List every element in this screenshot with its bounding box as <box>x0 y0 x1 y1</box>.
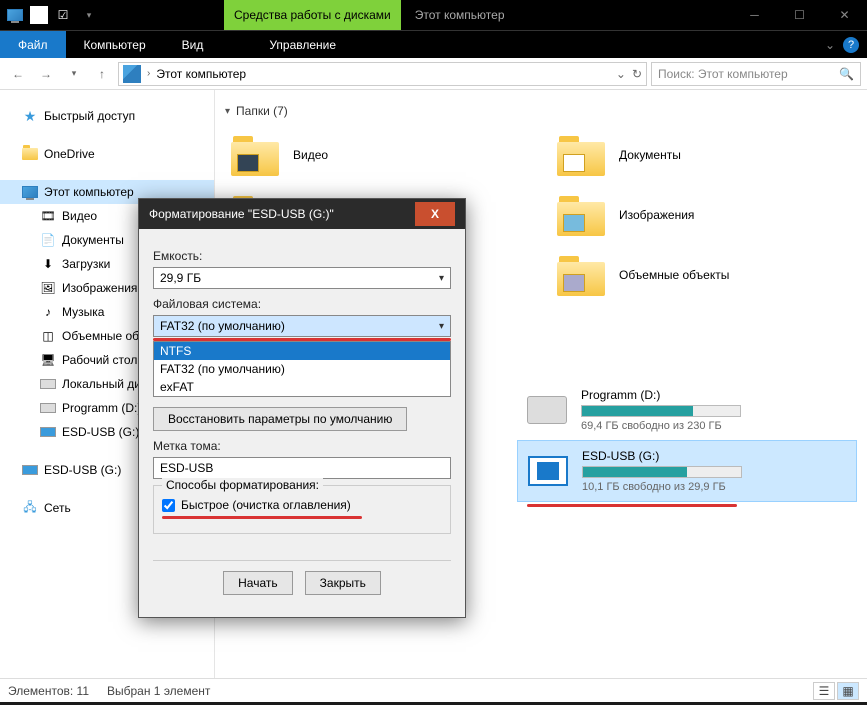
ribbon-view[interactable]: Вид <box>164 31 222 58</box>
chevron-down-icon: ▾ <box>439 321 444 332</box>
folder-tile-documents[interactable]: Документы <box>551 128 857 182</box>
capacity-select[interactable]: 29,9 ГБ▾ <box>153 267 451 289</box>
picture-icon: 🖼 <box>40 280 56 296</box>
drive-usage-bar <box>581 405 741 417</box>
addressbar: ← → ▾ ↑ › Этот компьютер ⌄ ↻ Поиск: Этот… <box>0 58 867 90</box>
fs-option-fat32[interactable]: FAT32 (по умолчанию) <box>154 360 450 378</box>
nav-forward-button[interactable]: → <box>34 62 58 86</box>
caret-down-icon: ▾ <box>225 106 230 117</box>
status-item-count: Элементов: 11 <box>8 684 89 698</box>
qat-dropdown-icon[interactable]: ▾ <box>78 4 100 26</box>
fs-option-exfat[interactable]: exFAT <box>154 378 450 396</box>
drive-name: Programm (D:) <box>581 388 849 402</box>
drive-usage-bar <box>582 466 742 478</box>
nav-recent-dropdown[interactable]: ▾ <box>62 62 86 86</box>
cloud-icon <box>22 146 38 162</box>
folder-icon <box>557 134 605 176</box>
usb-icon <box>40 424 56 440</box>
drive-name: ESD-USB (G:) <box>582 449 848 463</box>
fs-option-ntfs[interactable]: NTFS <box>154 342 450 360</box>
volume-label-input[interactable]: ESD-USB <box>153 457 451 479</box>
status-selection: Выбран 1 элемент <box>107 684 210 698</box>
usb-icon <box>22 462 38 478</box>
chevron-down-icon: ▾ <box>439 273 444 284</box>
format-options-legend: Способы форматирования: <box>162 478 323 492</box>
folder-tile-3dobjects[interactable]: Объемные объекты <box>551 248 857 302</box>
folder-icon <box>557 194 605 236</box>
folder-tile-pictures[interactable]: Изображения <box>551 188 857 242</box>
drive-icon <box>40 400 56 416</box>
video-icon: 🎞 <box>40 208 56 224</box>
restore-defaults-button[interactable]: Восстановить параметры по умолчанию <box>153 407 407 431</box>
format-dialog: Форматирование "ESD-USB (G:)" X Емкость:… <box>138 198 466 618</box>
monitor-icon <box>22 184 38 200</box>
filesystem-select[interactable]: FAT32 (по умолчанию)▾ <box>153 315 451 337</box>
start-button[interactable]: Начать <box>223 571 293 595</box>
ribbon-file[interactable]: Файл <box>0 31 66 58</box>
close-dialog-button[interactable]: Закрыть <box>305 571 381 595</box>
search-icon[interactable]: 🔍 <box>839 67 854 81</box>
explorer-icon <box>4 4 26 26</box>
window-title: Этот компьютер <box>401 0 519 30</box>
ribbon-expand-icon[interactable]: ⌄ <box>825 38 835 52</box>
statusbar: Элементов: 11 Выбран 1 элемент ☰ ▦ <box>0 678 867 702</box>
folder-icon <box>557 254 605 296</box>
document-icon: 📄 <box>40 232 56 248</box>
close-button[interactable]: ✕ <box>822 0 867 30</box>
drive-free-space: 69,4 ГБ свободно из 230 ГБ <box>581 420 849 432</box>
breadcrumb-dropdown-icon[interactable]: ⌄ <box>616 67 626 81</box>
details-view-button[interactable]: ☰ <box>813 682 835 700</box>
ribbon-computer[interactable]: Компьютер <box>66 31 164 58</box>
filesystem-dropdown: NTFS FAT32 (по умолчанию) exFAT <box>153 341 451 397</box>
ribbon: Файл Компьютер Вид Управление ⌄ ? <box>0 30 867 58</box>
drive-tools-tab[interactable]: Средства работы с дисками <box>224 0 401 30</box>
music-icon: ♪ <box>40 304 56 320</box>
nav-back-button[interactable]: ← <box>6 62 30 86</box>
cube-icon: ◫ <box>40 328 56 344</box>
drive-free-space: 10,1 ГБ свободно из 29,9 ГБ <box>582 481 848 493</box>
help-icon[interactable]: ? <box>843 37 859 53</box>
quick-format-label: Быстрое (очистка оглавления) <box>181 498 351 512</box>
dialog-titlebar[interactable]: Форматирование "ESD-USB (G:)" X <box>139 199 465 229</box>
hdd-icon <box>525 392 569 428</box>
sidebar-quick-access[interactable]: ★Быстрый доступ <box>0 104 214 128</box>
qat-checkbox-icon[interactable]: ☑ <box>52 4 74 26</box>
titlebar: ☑ ▾ Средства работы с дисками Этот компь… <box>0 0 867 30</box>
dialog-close-button[interactable]: X <box>415 202 455 226</box>
sidebar-onedrive[interactable]: OneDrive <box>0 142 214 166</box>
filesystem-label: Файловая система: <box>153 297 451 311</box>
volume-label-label: Метка тома: <box>153 439 451 453</box>
location-icon <box>123 65 141 83</box>
download-icon: ⬇ <box>40 256 56 272</box>
tiles-view-button[interactable]: ▦ <box>837 682 859 700</box>
dialog-title: Форматирование "ESD-USB (G:)" <box>149 207 334 221</box>
network-icon: 🖧 <box>22 500 38 516</box>
maximize-button[interactable]: ☐ <box>777 0 822 30</box>
qat-properties-icon[interactable] <box>30 6 48 24</box>
format-options-group: Способы форматирования: Быстрое (очистка… <box>153 485 451 534</box>
quick-format-checkbox[interactable] <box>162 499 175 512</box>
search-placeholder: Поиск: Этот компьютер <box>658 67 839 81</box>
usb-drive-icon <box>526 453 570 489</box>
drive-icon <box>40 376 56 392</box>
star-icon: ★ <box>22 108 38 124</box>
drive-tile-programm-d[interactable]: Programm (D:) 69,4 ГБ свободно из 230 ГБ <box>517 380 857 440</box>
chevron-right-icon[interactable]: › <box>147 68 150 79</box>
search-input[interactable]: Поиск: Этот компьютер 🔍 <box>651 62 861 86</box>
drive-tile-esd-usb[interactable]: ESD-USB (G:) 10,1 ГБ свободно из 29,9 ГБ <box>517 440 857 502</box>
folder-icon <box>231 134 279 176</box>
ribbon-manage[interactable]: Управление <box>251 31 354 58</box>
dialog-separator <box>153 560 451 561</box>
capacity-label: Емкость: <box>153 249 451 263</box>
folders-section-header[interactable]: ▾ Папки (7) <box>225 104 857 118</box>
minimize-button[interactable]: ─ <box>732 0 777 30</box>
breadcrumb-location[interactable]: Этот компьютер <box>156 67 246 81</box>
folder-tile-videos[interactable]: Видео <box>225 128 531 182</box>
breadcrumb[interactable]: › Этот компьютер ⌄ ↻ <box>118 62 647 86</box>
desktop-icon: 🖥 <box>40 352 56 368</box>
annotation-underline <box>162 516 362 519</box>
refresh-icon[interactable]: ↻ <box>632 67 642 81</box>
annotation-underline <box>527 504 737 507</box>
nav-up-button[interactable]: ↑ <box>90 62 114 86</box>
